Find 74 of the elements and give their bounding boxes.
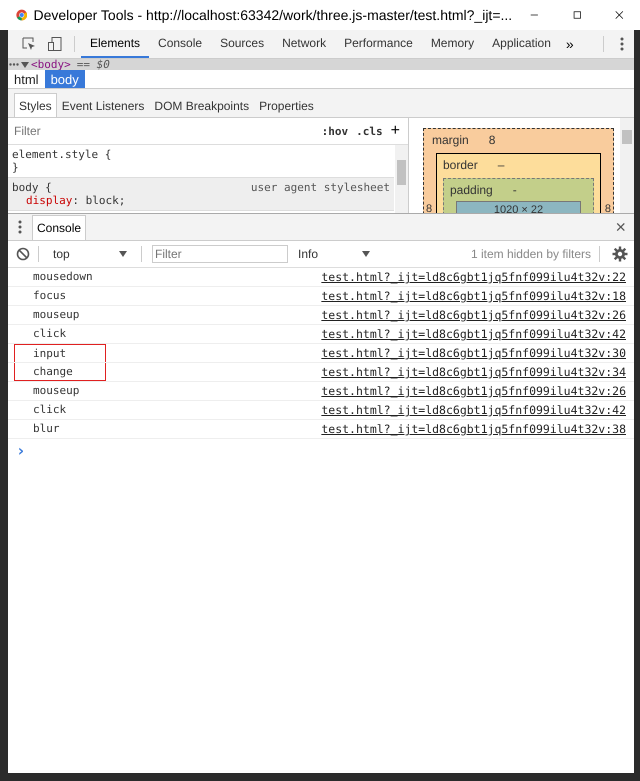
drawer-tab[interactable]: Console — [32, 215, 86, 240]
hover-state-button[interactable]: :hov — [318, 124, 352, 138]
more-tabs-button[interactable]: » — [560, 36, 580, 52]
margin-right-value: 8 — [604, 203, 611, 213]
close-drawer-button[interactable]: × — [607, 216, 634, 238]
panel-tab[interactable]: Performance — [335, 30, 422, 58]
more-options-icon[interactable] — [18, 219, 22, 235]
sidebar-tab[interactable]: Properties — [254, 93, 319, 117]
expand-triangle-icon[interactable] — [21, 60, 29, 68]
log-level-select[interactable]: Info — [292, 247, 376, 261]
breadcrumb[interactable]: body — [44, 70, 85, 88]
close-icon[interactable] — [615, 9, 624, 21]
log-message: focus — [32, 288, 68, 304]
caret-icon — [119, 251, 127, 257]
panel-tab[interactable]: Console — [149, 30, 212, 58]
css-brace: } — [12, 161, 20, 174]
log-message: click — [32, 326, 68, 342]
dom-tag: <body> — [31, 59, 71, 70]
panel-tab[interactable]: Network — [273, 30, 336, 58]
sidebar-tab[interactable]: Event Listeners — [56, 93, 150, 117]
log-message: change — [14, 363, 106, 381]
source-link[interactable]: test.html?_ijt=ld8c6gbt1jq5fnf099ilu4t32v:30 — [321, 346, 626, 360]
inspect-cursor-icon[interactable] — [21, 36, 37, 52]
panel-tab[interactable]: Sources — [211, 30, 274, 58]
breadcrumb[interactable]: html — [8, 70, 45, 88]
source-link[interactable]: test.html?_ijt=ld8c6gbt1jq5fnf099ilu4t32v:26 — [321, 308, 626, 322]
log-message: mouseup — [32, 307, 80, 323]
content-size: 1020 × 22 — [494, 204, 544, 213]
panel-tab[interactable]: Application — [483, 30, 560, 58]
source-link[interactable]: test.html?_ijt=ld8c6gbt1jq5fnf099ilu4t32v:42 — [321, 327, 626, 341]
settings-icon[interactable] — [612, 246, 628, 262]
console-filter-field[interactable]: Filter — [152, 245, 288, 263]
hidden-items-count: 1 item hidden by filters — [470, 247, 591, 261]
class-button[interactable]: .cls — [352, 124, 387, 138]
source-link[interactable]: test.html?_ijt=ld8c6gbt1jq5fnf099ilu4t32v:34 — [321, 365, 626, 379]
css-value: : block; — [72, 194, 126, 207]
browser-logo-icon — [16, 7, 28, 23]
clear-console-icon[interactable] — [16, 247, 30, 261]
panel-tab[interactable]: Memory — [422, 30, 484, 58]
sidebar-tab[interactable]: Styles — [14, 93, 57, 117]
log-message: blur — [32, 421, 60, 437]
device-icon[interactable] — [47, 36, 63, 52]
source-link[interactable]: test.html?_ijt=ld8c6gbt1jq5fnf099ilu4t32v:18 — [321, 289, 626, 303]
new-rule-button[interactable]: + — [386, 122, 404, 140]
padding-label: padding — [450, 183, 493, 197]
log-message: mousedown — [32, 269, 94, 285]
ellipsis-icon[interactable] — [9, 63, 19, 66]
padding-value: - — [512, 183, 517, 197]
scrollbar[interactable] — [620, 118, 634, 213]
maximize-icon[interactable] — [572, 9, 582, 21]
margin-label: margin — [432, 133, 469, 147]
dom-selection-marker: == $0 — [76, 59, 110, 70]
border-label: border — [443, 158, 478, 172]
context-select[interactable]: top — [47, 247, 133, 261]
css-property: display — [26, 194, 72, 207]
scrollbar[interactable] — [395, 145, 408, 213]
source-link[interactable]: test.html?_ijt=ld8c6gbt1jq5fnf099ilu4t32v:26 — [321, 384, 626, 398]
css-selector: element.style { — [12, 148, 112, 161]
border-value: – — [498, 158, 504, 172]
more-options-icon[interactable] — [620, 36, 624, 52]
margin-value: 8 — [488, 133, 496, 147]
console-prompt[interactable]: › — [16, 441, 26, 460]
rule-origin: user agent stylesheet — [250, 181, 390, 194]
log-message: mouseup — [32, 383, 80, 399]
source-link[interactable]: test.html?_ijt=ld8c6gbt1jq5fnf099ilu4t32v:42 — [321, 403, 626, 417]
source-link[interactable]: test.html?_ijt=ld8c6gbt1jq5fnf099ilu4t32v:22 — [321, 270, 626, 284]
css-selector: body { — [12, 181, 52, 194]
margin-left-value: 8 — [426, 203, 432, 213]
sidebar-tab[interactable]: DOM Breakpoints — [149, 93, 254, 117]
log-message: click — [32, 402, 68, 418]
window-title: Developer Tools - http://localhost:63342/work/three.js-master/test.html?_ijt=... — [33, 7, 512, 23]
log-message: input — [14, 344, 106, 362]
source-link[interactable]: test.html?_ijt=ld8c6gbt1jq5fnf099ilu4t32v:38 — [321, 422, 626, 436]
caret-icon — [362, 251, 370, 257]
